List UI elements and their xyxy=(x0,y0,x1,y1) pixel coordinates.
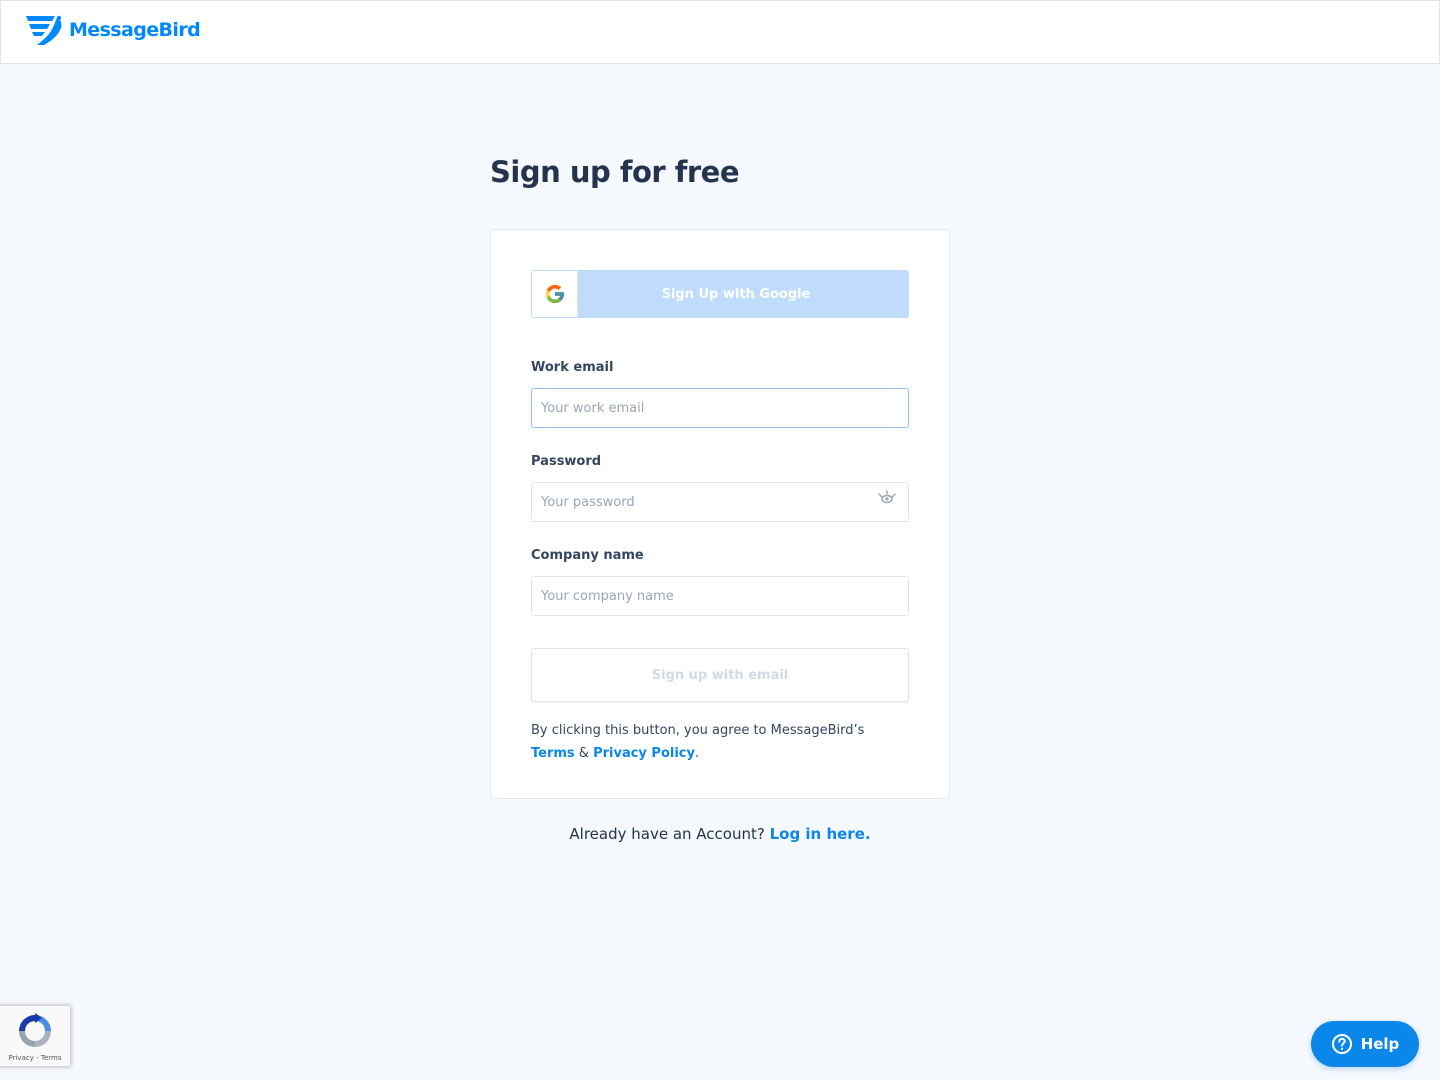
help-label: Help xyxy=(1360,1035,1400,1053)
page-title: Sign up for free xyxy=(490,155,740,189)
login-link[interactable]: Log in here. xyxy=(770,825,871,843)
privacy-policy-link[interactable]: Privacy Policy xyxy=(593,746,695,761)
brand-name: MessageBird xyxy=(69,19,201,41)
signup-email-button[interactable]: Sign up with email xyxy=(531,648,909,702)
legal-notice: By clicking this button, you agree to Me… xyxy=(531,719,911,765)
password-field[interactable] xyxy=(531,482,909,522)
recaptcha-terms-link[interactable]: Terms xyxy=(41,1054,62,1062)
messagebird-logo[interactable]: MessageBird xyxy=(25,13,201,47)
messagebird-logo-icon xyxy=(26,15,62,45)
terms-link[interactable]: Terms xyxy=(531,746,575,761)
recaptcha-privacy-link[interactable]: Privacy xyxy=(9,1054,34,1062)
google-icon-box xyxy=(532,271,578,317)
google-signup-label: Sign Up with Google xyxy=(661,286,811,302)
legal-prefix: By clicking this button, you agree to Me… xyxy=(531,723,865,738)
company-label: Company name xyxy=(531,548,644,563)
recaptcha-badge[interactable]: Privacy - Terms xyxy=(0,1005,71,1067)
signup-card: Sign Up with Google Work email Password … xyxy=(490,229,950,799)
login-prompt: Already have an Account? Log in here. xyxy=(0,825,1440,843)
login-prompt-text: Already have an Account? xyxy=(569,825,765,843)
help-button[interactable]: Help xyxy=(1311,1021,1419,1067)
recaptcha-links: Privacy - Terms xyxy=(0,1054,70,1062)
legal-suffix: . xyxy=(694,746,700,761)
question-circle-icon xyxy=(1331,1034,1352,1054)
google-signup-button[interactable]: Sign Up with Google xyxy=(531,270,909,318)
eye-icon[interactable] xyxy=(876,490,898,506)
company-name-field[interactable] xyxy=(531,576,909,616)
legal-ampersand: & xyxy=(578,746,589,761)
top-bar: MessageBird xyxy=(0,0,1440,64)
recaptcha-separator: - xyxy=(36,1054,39,1062)
email-label: Work email xyxy=(531,360,614,375)
recaptcha-icon xyxy=(19,1013,51,1047)
password-label: Password xyxy=(531,454,602,469)
email-field[interactable] xyxy=(531,388,909,428)
google-icon xyxy=(545,284,564,304)
